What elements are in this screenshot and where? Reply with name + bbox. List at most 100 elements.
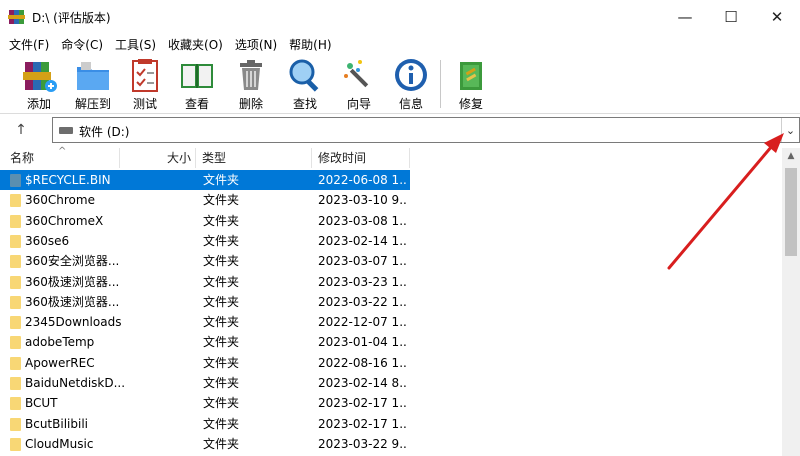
file-type: 文件夹 [203, 294, 240, 309]
folder-icon [10, 316, 21, 330]
file-type: 文件夹 [203, 355, 240, 370]
file-row[interactable]: BaiduNetdiskD... 文件夹 2023-02-14 8... [0, 373, 410, 393]
close-button[interactable]: ✕ [754, 0, 800, 34]
folder-icon [10, 214, 21, 228]
file-name: 360安全浏览器... [25, 254, 120, 269]
folder-extract-icon [77, 62, 109, 90]
sort-ascending-icon: ^ [58, 146, 67, 157]
archive-books-icon [23, 62, 57, 92]
menu-help[interactable]: 帮助(H) [284, 36, 336, 53]
scrollbar-thumb[interactable] [785, 168, 797, 256]
file-modified: 2023-03-08 1... [318, 213, 408, 228]
file-name: CloudMusic [25, 436, 94, 451]
file-modified: 2023-03-10 9... [318, 193, 408, 208]
menu-tools[interactable]: 工具(S) [110, 36, 161, 53]
up-arrow-icon[interactable]: ↑ [10, 120, 32, 140]
repair-button[interactable]: 修复 [446, 56, 496, 112]
path-dropdown-button[interactable]: ⌄ [781, 118, 799, 142]
file-modified: 2022-12-07 1... [318, 315, 408, 330]
window-title: D:\ (评估版本) [32, 10, 111, 25]
menu-file[interactable]: 文件(F) [4, 36, 54, 53]
file-modified: 2022-08-16 1... [318, 355, 408, 370]
file-name: adobeTemp [25, 335, 95, 350]
file-row[interactable]: ApowerREC 文件夹 2022-08-16 1... [0, 353, 410, 373]
file-name: BCUT [25, 396, 58, 411]
menu-commands[interactable]: 命令(C) [56, 36, 108, 53]
file-type: 文件夹 [203, 193, 240, 208]
file-row[interactable]: $RECYCLE.BIN 文件夹 2022-06-08 1... [0, 170, 410, 190]
file-row[interactable]: 360安全浏览器... 文件夹 2023-03-07 1... [0, 251, 410, 271]
view-button[interactable]: 查看 [172, 56, 222, 112]
file-row[interactable]: CloudMusic 文件夹 2023-03-22 9... [0, 434, 410, 454]
menu-favorites[interactable]: 收藏夹(O) [163, 36, 228, 53]
file-type: 文件夹 [203, 315, 240, 330]
file-row[interactable]: 360se6 文件夹 2023-02-14 1... [0, 231, 410, 251]
scroll-up-icon[interactable]: ▲ [782, 148, 800, 165]
menu-bar: 文件(F) 命令(C) 工具(S) 收藏夹(O) 选项(N) 帮助(H) [0, 34, 800, 54]
toolbar: 添加 解压到 测试 查看 删除 查找 向导 信息 修复 [0, 54, 800, 114]
folder-icon [10, 194, 21, 208]
file-list: 名称 ^ 大小 类型 修改时间 $RECYCLE.BIN 文件夹 2022-06-0… [0, 146, 782, 456]
file-type: 文件夹 [203, 436, 240, 451]
winrar-app-icon [8, 9, 26, 25]
repair-label: 修复 [458, 97, 483, 111]
path-combobox[interactable]: 软件 (D:) ⌄ [52, 117, 800, 143]
extract-to-label: 解压到 [74, 97, 111, 111]
file-name: $RECYCLE.BIN [25, 173, 111, 187]
file-row[interactable]: 360极速浏览器... 文件夹 2023-03-22 1... [0, 292, 410, 312]
maximize-button[interactable]: ☐ [708, 0, 754, 34]
menu-options[interactable]: 选项(N) [230, 36, 282, 53]
minimize-button[interactable]: — [662, 0, 708, 34]
repair-kit-icon [460, 62, 482, 90]
file-row[interactable]: 360极速浏览器... 文件夹 2023-03-23 1... [0, 272, 410, 292]
vertical-scrollbar[interactable]: ▲ [782, 148, 800, 456]
address-bar: ↑ 软件 (D:) ⌄ [0, 114, 800, 146]
add-button[interactable]: 添加 [14, 56, 64, 112]
file-type: 文件夹 [203, 274, 240, 289]
file-row[interactable]: BCUT 文件夹 2023-02-17 1... [0, 393, 410, 413]
column-header-size[interactable]: 大小 [120, 148, 196, 168]
file-modified: 2023-02-14 1... [318, 233, 408, 248]
find-button[interactable]: 查找 [280, 56, 330, 112]
file-type: 文件夹 [203, 416, 240, 431]
minimize-icon: — [677, 8, 693, 26]
file-type: 文件夹 [203, 254, 240, 269]
file-row[interactable]: 360Chrome 文件夹 2023-03-10 9... [0, 190, 410, 210]
test-button[interactable]: 测试 [120, 56, 170, 112]
folder-icon [10, 437, 21, 451]
file-modified: 2023-03-23 1... [318, 274, 408, 289]
wizard-button[interactable]: 向导 [334, 56, 384, 112]
column-header-name[interactable]: 名称 ^ [0, 146, 120, 168]
column-header-modified[interactable]: 修改时间 [312, 148, 410, 168]
file-type: 文件夹 [203, 173, 240, 187]
checklist-icon [132, 59, 158, 92]
maximize-icon: ☐ [724, 8, 738, 26]
file-row[interactable]: 360ChromeX 文件夹 2023-03-08 1... [0, 211, 410, 231]
drive-icon [59, 127, 73, 134]
file-modified: 2022-06-08 1... [318, 173, 408, 187]
toolbar-separator [440, 60, 441, 108]
file-row[interactable]: adobeTemp 文件夹 2023-01-04 1... [0, 332, 410, 352]
info-button[interactable]: 信息 [386, 56, 436, 112]
info-label: 信息 [398, 97, 423, 111]
delete-button[interactable]: 删除 [226, 56, 276, 112]
folder-icon [10, 356, 21, 370]
folder-icon [10, 275, 21, 289]
file-modified: 2023-02-17 1... [318, 396, 408, 411]
extract-to-button[interactable]: 解压到 [68, 56, 118, 112]
file-name: 2345Downloads [25, 315, 122, 330]
file-row[interactable]: 2345Downloads 文件夹 2022-12-07 1... [0, 312, 410, 332]
magnifier-icon [289, 59, 319, 92]
chevron-down-icon: ⌄ [785, 123, 796, 137]
folder-icon [10, 255, 21, 269]
column-header-type[interactable]: 类型 [196, 148, 312, 168]
wizard-label: 向导 [346, 97, 371, 111]
file-name: 360se6 [25, 233, 70, 248]
file-row[interactable]: BcutBilibili 文件夹 2023-02-17 1... [0, 414, 410, 434]
file-type: 文件夹 [203, 376, 240, 390]
path-text: 软件 (D:) [79, 125, 130, 139]
info-icon [395, 59, 427, 91]
file-modified: 2023-02-14 8... [318, 376, 408, 390]
title-bar: D:\ (评估版本) — ☐ ✕ [0, 0, 800, 34]
folder-icon [10, 295, 21, 309]
